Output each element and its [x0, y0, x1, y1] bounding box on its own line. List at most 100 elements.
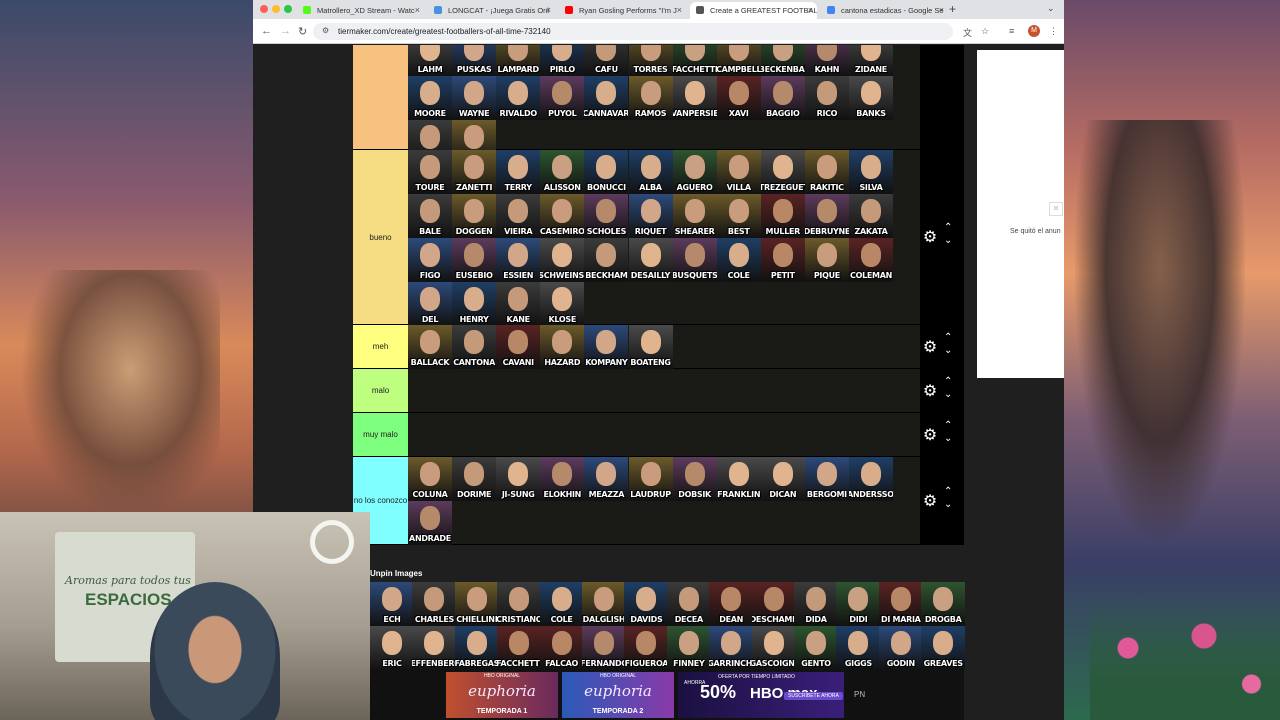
player-card[interactable]: FALCAO [539, 626, 584, 670]
player-card[interactable]: JI-SUNG [496, 457, 541, 501]
player-card[interactable]: CANTONA [452, 325, 497, 369]
forward-icon[interactable]: → [280, 25, 291, 37]
tier-drop-zone[interactable]: COLUNA DORIME JI-SUNG ELOKHIN MEAZZA LAUDRUP D… [408, 457, 920, 545]
player-card[interactable]: BALLACK [408, 325, 452, 369]
bookmark-star-icon[interactable]: ☆ [981, 26, 989, 37]
tier-label[interactable] [353, 45, 408, 149]
chevron-down-icon[interactable]: ⌄ [944, 499, 952, 510]
profile-avatar[interactable]: M [1028, 25, 1040, 37]
player-card[interactable]: RAKITIC [804, 150, 849, 194]
player-card[interactable]: BERGOMI [804, 457, 849, 501]
ad-hbo-max-offer[interactable]: OFERTA POR TIEMPO LIMITADO AHORRA 50% HB… [678, 672, 844, 718]
chevron-down-icon[interactable]: ⌄ [944, 345, 952, 356]
player-card[interactable]: DOBSIK [672, 457, 717, 501]
player-card[interactable]: HENRY [452, 282, 497, 326]
player-card[interactable]: BALE [408, 194, 452, 238]
tab-close-icon[interactable]: × [677, 5, 682, 15]
player-card[interactable]: MULLER [760, 194, 805, 238]
close-ad-icon[interactable]: ✕ [1049, 202, 1063, 216]
player-card[interactable]: VILLA [716, 150, 761, 194]
player-card[interactable]: ANDERSSON [849, 457, 893, 501]
player-card[interactable]: HAZARD [540, 325, 585, 369]
player-card[interactable]: GREAVES [921, 626, 966, 670]
player-card[interactable]: CHARLES [412, 582, 457, 626]
player-card[interactable]: VANPERSIE [672, 76, 717, 120]
tier-drop-zone[interactable]: TOURE ZANETTI TERRY ALISSON BONUCCI ALBA AGUER… [408, 150, 920, 326]
gear-icon[interactable]: ⚙ [920, 491, 940, 511]
minimize-window-icon[interactable] [272, 5, 280, 13]
player-card[interactable]: DORIME [452, 457, 497, 501]
player-card[interactable]: PUSKAS [452, 45, 497, 76]
player-card[interactable]: ANDRADE [408, 501, 452, 545]
maximize-window-icon[interactable] [284, 5, 292, 13]
player-card[interactable]: RAMOS [628, 76, 673, 120]
player-card[interactable]: CRISTIANO [497, 582, 542, 626]
player-card[interactable]: COLE [539, 582, 584, 626]
player-card[interactable]: DROGBA [921, 582, 966, 626]
browser-tab[interactable]: Create a GREATEST FOOTBAL × [690, 2, 817, 19]
player-card[interactable]: DECEA [666, 582, 711, 626]
player-card[interactable]: GENTO [794, 626, 838, 670]
chevron-up-icon[interactable]: ⌃ [944, 376, 952, 387]
player-card[interactable]: RICO [804, 76, 849, 120]
tab-close-icon[interactable]: × [546, 5, 551, 15]
player-card[interactable]: BECKENBAUER [760, 45, 805, 76]
tier-label[interactable]: muy malo [353, 413, 408, 456]
player-card[interactable]: BANKS [849, 76, 893, 120]
player-card[interactable]: ZAKATA [849, 194, 893, 238]
player-card[interactable]: ERIC [370, 626, 414, 670]
gear-icon[interactable]: ⚙ [920, 227, 940, 247]
translate-icon[interactable]: 文 [963, 26, 972, 39]
player-card[interactable]: FIGO [408, 238, 452, 282]
player-card[interactable]: KLOSE [540, 282, 585, 326]
player-card[interactable]: SCHOLES [584, 194, 629, 238]
player-card[interactable]: DAVIDS [624, 582, 669, 626]
player-card[interactable]: PIQUE [804, 238, 849, 282]
new-tab-button[interactable]: + [949, 2, 956, 16]
player-card[interactable]: GODIN [878, 626, 923, 670]
player-card[interactable]: CAVANI [496, 325, 541, 369]
browser-tab[interactable]: Matrollero_XD Stream - Watc × [297, 2, 424, 19]
player-card[interactable]: EFFENBERG [412, 626, 457, 670]
player-card[interactable]: KOMPANY [584, 325, 629, 369]
player-card[interactable]: CASEMIRO [540, 194, 585, 238]
gear-icon[interactable]: ⚙ [920, 425, 940, 445]
player-card[interactable]: SHEARER [672, 194, 717, 238]
player-card[interactable]: CAMPBELL [716, 45, 761, 76]
tier-drop-zone[interactable] [408, 369, 920, 412]
player-card[interactable]: BUSQUETS [672, 238, 717, 282]
player-card[interactable]: DEBRUYNE [804, 194, 849, 238]
player-card[interactable]: KAHN [804, 45, 849, 76]
player-card[interactable]: DIDI [836, 582, 881, 626]
player-card[interactable]: ALISSON [540, 150, 585, 194]
address-bar[interactable]: ⚙ tiermaker.com/create/greatest-football… [313, 23, 953, 40]
player-card[interactable]: RIQUET [628, 194, 673, 238]
tier-drop-zone[interactable]: BALLACK CANTONA CAVANI HAZARD KOMPANY BOATENG [408, 325, 920, 369]
gear-icon[interactable]: ⚙ [920, 337, 940, 357]
player-card[interactable]: GASCOIGNE [751, 626, 796, 670]
player-card[interactable]: XAVI [716, 76, 761, 120]
player-card[interactable]: TOURE [408, 150, 452, 194]
player-card[interactable]: BAGGIO [760, 76, 805, 120]
close-window-icon[interactable] [260, 5, 268, 13]
player-card[interactable]: ALBA [628, 150, 673, 194]
tier-drop-zone[interactable]: LAHM PUSKAS LAMPARD PIRLO CAFU TORRES FACCHETT… [408, 45, 920, 164]
tier-label[interactable]: meh [353, 325, 408, 368]
browser-tab[interactable]: Ryan Gosling Performs "I'm J × [559, 2, 686, 19]
gear-icon[interactable]: ⚙ [920, 381, 940, 401]
player-card[interactable]: DEL [408, 282, 452, 326]
player-card[interactable]: LAHM [408, 45, 452, 76]
player-card[interactable]: PIRLO [540, 45, 585, 76]
player-card[interactable]: ZANETTI [452, 150, 497, 194]
player-card[interactable]: FACCHETTI [497, 626, 542, 670]
tab-search-icon[interactable]: ⌄ [1047, 3, 1055, 14]
player-card[interactable]: TORRES [628, 45, 673, 76]
player-card[interactable]: PUYOL [540, 76, 585, 120]
browser-tab[interactable]: cantona estadicas - Google Se × [821, 2, 948, 19]
player-card[interactable]: FERNANDO [582, 626, 626, 670]
tab-close-icon[interactable]: × [415, 5, 420, 15]
player-card[interactable]: ESSIEN [496, 238, 541, 282]
extensions-icon[interactable]: ≡ [1009, 26, 1014, 36]
player-card[interactable]: WAYNE [452, 76, 497, 120]
chevron-down-icon[interactable]: ⌄ [944, 433, 952, 444]
